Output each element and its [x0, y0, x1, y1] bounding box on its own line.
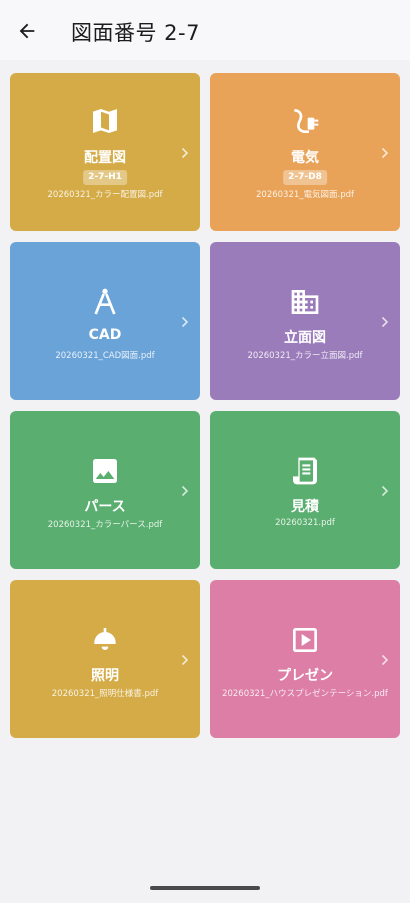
- document-card[interactable]: パース 20260321_カラーパース.pdf: [10, 411, 200, 569]
- play-box-icon: [289, 624, 321, 656]
- drawing-number-badge: 2-7-H1: [83, 170, 127, 185]
- map-icon: [89, 105, 121, 137]
- file-name: 20260321_カラーパース.pdf: [47, 520, 163, 530]
- card-label: CAD: [88, 327, 122, 343]
- chevron-right-icon: [380, 314, 390, 328]
- card-label: 電気: [291, 150, 319, 166]
- chevron-right-icon: [180, 314, 190, 328]
- file-name: 20260321_照明仕様書.pdf: [51, 689, 159, 699]
- home-indicator: [150, 886, 260, 890]
- power-plug-icon: [289, 105, 321, 137]
- document-card[interactable]: 配置図 2-7-H1 20260321_カラー配置図.pdf: [10, 73, 200, 231]
- chevron-right-icon: [180, 652, 190, 666]
- document-card[interactable]: 電気 2-7-D8 20260321_電気図面.pdf: [210, 73, 400, 231]
- back-button[interactable]: [14, 20, 40, 46]
- file-name: 20260321_カラー立面図.pdf: [247, 351, 363, 361]
- file-name: 20260321_電気図面.pdf: [256, 190, 354, 200]
- document-card[interactable]: 立面図 20260321_カラー立面図.pdf: [210, 242, 400, 400]
- page-title: 図面番号 2-7: [71, 21, 200, 45]
- document-card[interactable]: 照明 20260321_照明仕様書.pdf: [10, 580, 200, 738]
- document-card[interactable]: CAD 20260321_CAD図面.pdf: [10, 242, 200, 400]
- file-name: 20260321_カラー配置図.pdf: [47, 190, 163, 200]
- card-label: 照明: [91, 668, 119, 684]
- receipt-icon: [289, 455, 321, 487]
- card-label: 見積: [291, 499, 319, 515]
- chevron-right-icon: [180, 145, 190, 159]
- file-name: 20260321_ハウスプレゼンテーション.pdf: [222, 689, 388, 699]
- compass-icon: [89, 286, 121, 318]
- building-icon: [289, 286, 321, 318]
- app-bar: 図面番号 2-7: [0, 0, 410, 60]
- ceiling-lamp-icon: [89, 624, 121, 656]
- chevron-right-icon: [380, 145, 390, 159]
- card-label: パース: [84, 499, 126, 515]
- card-label: 配置図: [84, 150, 126, 166]
- chevron-right-icon: [180, 483, 190, 497]
- chevron-right-icon: [380, 652, 390, 666]
- file-name: 20260321_CAD図面.pdf: [55, 351, 155, 361]
- document-card[interactable]: プレゼン 20260321_ハウスプレゼンテーション.pdf: [210, 580, 400, 738]
- document-card[interactable]: 見積 20260321.pdf: [210, 411, 400, 569]
- file-name: 20260321.pdf: [275, 518, 335, 528]
- drawing-number-badge: 2-7-D8: [283, 170, 327, 185]
- arrow-left-icon: [16, 20, 38, 46]
- chevron-right-icon: [380, 483, 390, 497]
- card-label: プレゼン: [277, 668, 333, 684]
- card-label: 立面図: [284, 330, 326, 346]
- image-icon: [89, 455, 121, 487]
